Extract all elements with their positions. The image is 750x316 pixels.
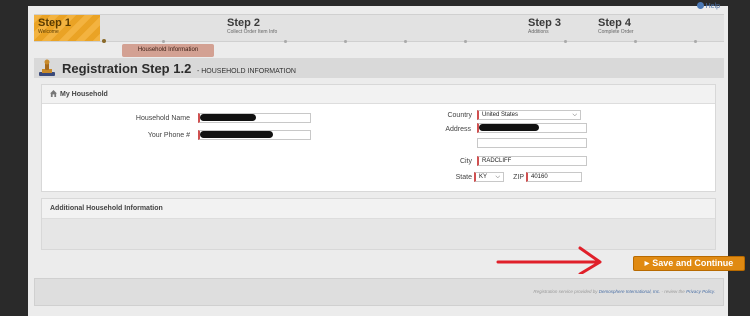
footer: Registration service provided by Demosph… — [34, 278, 724, 306]
country-value: United States — [482, 112, 519, 118]
progress-dot — [162, 40, 165, 43]
progress-dot — [284, 40, 287, 43]
progress-dot — [634, 40, 637, 43]
step-4-label: Step 4 — [598, 17, 632, 29]
step-2-sub: Collect Order Item Info — [227, 29, 278, 35]
state-value: KY — [479, 174, 488, 180]
company-link[interactable]: Demosphere International, Inc. — [599, 289, 661, 294]
progress-dot — [564, 40, 567, 43]
additional-panel-heading: Additional Household Information — [42, 199, 715, 219]
progress-dot-current — [102, 39, 106, 43]
step-3-sub: Additions — [528, 29, 549, 35]
city-label: City — [459, 158, 472, 165]
help-link[interactable]: Help — [696, 2, 720, 10]
step-3-label: Step 3 — [528, 17, 562, 29]
home-icon — [50, 90, 57, 97]
zip-label: ZIP — [513, 174, 524, 181]
help-icon — [696, 2, 704, 9]
state-select[interactable]: KY ⌵ — [474, 172, 504, 182]
page-title: Registration Step 1.2 - HOUSEHOLD INFORM… — [62, 61, 296, 76]
city-input[interactable]: RADCLIFF — [477, 156, 587, 166]
redaction-mark — [200, 114, 256, 121]
redaction-mark — [479, 124, 539, 131]
privacy-policy-link[interactable]: Privacy Policy. — [686, 289, 715, 294]
panel-header: My Household — [42, 85, 715, 104]
step-4[interactable]: Step 4 Complete Order — [598, 17, 634, 35]
phone-label: Your Phone # — [147, 132, 190, 139]
page-title-main: Registration Step 1.2 — [62, 61, 192, 76]
country-select[interactable]: United States ⌵ — [477, 110, 581, 120]
progress-dot — [404, 40, 407, 43]
footer-prefix: Registration service provided by — [533, 289, 598, 294]
household-name-label: Household Name — [135, 115, 190, 122]
page-title-sub: - HOUSEHOLD INFORMATION — [196, 68, 296, 75]
progress-dot — [464, 40, 467, 43]
registration-page: Step 1 Welcome Step 2 Collect Order Item… — [28, 2, 745, 316]
address-label: Address — [445, 126, 471, 133]
state-label: State — [455, 174, 472, 181]
progress-dot — [344, 40, 347, 43]
red-arrow-annotation — [496, 246, 602, 274]
stamp-icon — [39, 59, 55, 76]
step-2[interactable]: Step 2 Collect Order Item Info — [227, 17, 277, 35]
step-1-label: Step 1 — [38, 17, 72, 29]
title-bar: Registration Step 1.2 - HOUSEHOLD INFORM… — [34, 58, 724, 78]
progress-dot — [694, 40, 697, 43]
footer-middle: - review the — [661, 289, 685, 294]
footer-text: Registration service provided by Demosph… — [533, 289, 715, 294]
current-substep-tag: Household Information — [122, 44, 214, 57]
step-2-label: Step 2 — [227, 17, 261, 29]
help-label: Help — [705, 3, 720, 10]
address-line2-input[interactable] — [477, 138, 587, 148]
step-progress-bar: Step 1 Welcome Step 2 Collect Order Item… — [34, 14, 724, 43]
chevron-down-icon: ⌵ — [572, 112, 577, 118]
redaction-mark — [200, 131, 273, 138]
step-3[interactable]: Step 3 Additions — [528, 17, 561, 35]
step-1[interactable]: Step 1 Welcome — [38, 17, 71, 35]
chevron-down-icon: ⌵ — [495, 174, 500, 180]
panel-heading: My Household — [60, 91, 108, 98]
additional-household-panel: Additional Household Information — [41, 198, 716, 250]
step-4-sub: Complete Order — [598, 29, 634, 35]
play-icon: ▶ — [644, 261, 650, 267]
save-and-continue-button[interactable]: ▶ Save and Continue — [633, 256, 745, 271]
zip-input[interactable]: 40160 — [526, 172, 582, 182]
country-label: Country — [447, 112, 472, 119]
step-1-sub: Welcome — [38, 29, 59, 35]
my-household-panel: My Household Household Name Your Phone #… — [41, 84, 716, 192]
save-button-label: Save and Continue — [652, 258, 734, 268]
